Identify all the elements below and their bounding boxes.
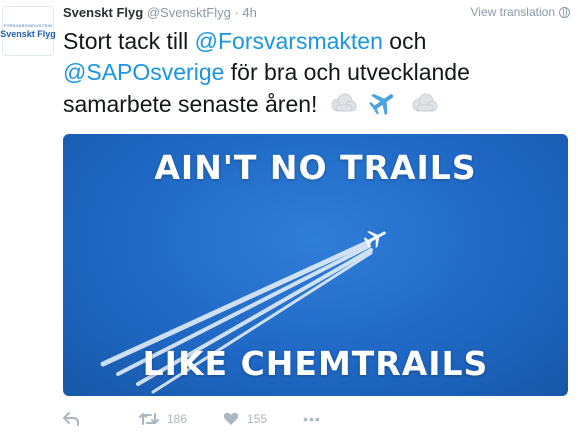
retweet-icon [139, 413, 159, 425]
reply-icon [63, 412, 79, 426]
like-button[interactable]: 155 [223, 412, 267, 426]
retweet-count: 186 [167, 412, 188, 426]
tweet-actions: 186 155 ••• [63, 408, 321, 430]
display-name[interactable]: Svenskt Flyg [63, 5, 143, 20]
cloud-icon [409, 91, 439, 122]
retweet-button[interactable]: 186 [139, 412, 187, 426]
tweet-media-image[interactable]: AIN'T NO TRAILS LIKE CHEMTRAILS [63, 134, 568, 396]
mention-forsvarsmakten[interactable]: @Forsvarsmakten [195, 28, 383, 54]
user-handle[interactable]: @SvensktFlyg [147, 5, 231, 20]
avatar[interactable]: FÖRSVARSINDUSTRIN Svenskt Flyg [0, 6, 56, 56]
more-icon: ••• [303, 411, 321, 427]
separator-dot: · [234, 5, 239, 20]
globe-icon [559, 6, 570, 18]
meme-bottom-text: LIKE CHEMTRAILS [142, 344, 489, 383]
tweet-text-part2: och [382, 28, 427, 54]
tweet-header: Svenskt Flyg @SvensktFlyg · 4h View tran… [63, 5, 570, 23]
tweet-timestamp[interactable]: 4h [242, 5, 256, 20]
view-translation-label: View translation [470, 5, 556, 19]
avatar-tagline: FÖRSVARSINDUSTRIN [3, 23, 53, 28]
airplane-icon [368, 88, 398, 124]
heart-icon [223, 412, 239, 425]
more-options-button[interactable]: ••• [303, 411, 321, 427]
meme-top-text: AIN'T NO TRAILS [154, 148, 477, 187]
reply-button[interactable] [63, 412, 85, 426]
view-translation-link[interactable]: View translation [470, 5, 570, 19]
avatar-logo-text: Svenskt Flyg [0, 29, 56, 39]
tweet-text-part1: Stort tack till [63, 28, 195, 54]
mention-saposverige[interactable]: @SAPOsverige [63, 59, 224, 85]
like-count: 155 [247, 412, 268, 426]
tweet-text: Stort tack till @Forsvarsmakten och @SAP… [63, 26, 568, 124]
cloud-icon [328, 91, 358, 122]
